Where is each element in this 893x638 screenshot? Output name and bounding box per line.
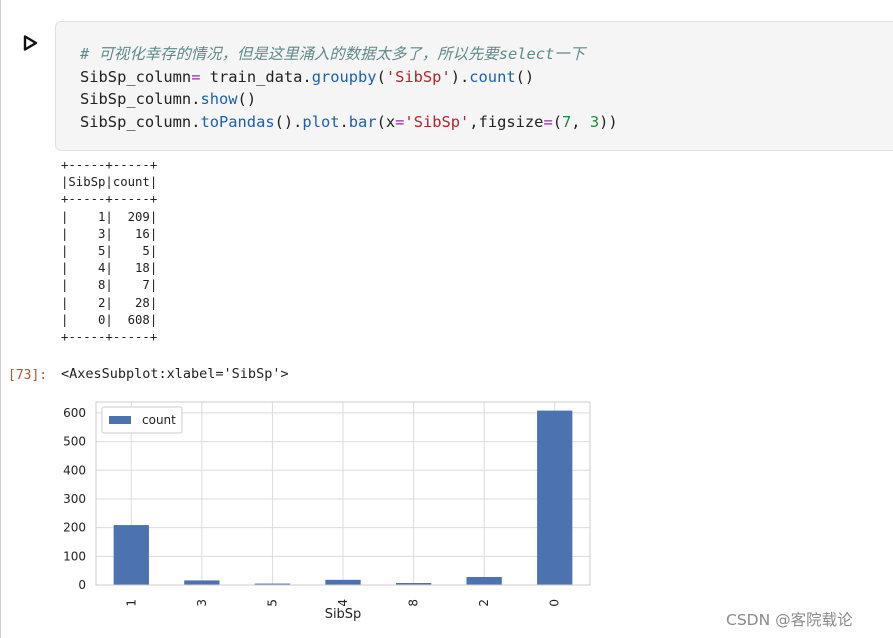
code-token: (: [552, 112, 562, 131]
axes-repr-output: <AxesSubplot:xlabel='SibSp'>: [61, 366, 289, 382]
code-token: (: [376, 67, 386, 86]
code-token: =: [543, 112, 553, 131]
code-token: ,figsize: [469, 112, 544, 131]
bar: [466, 576, 502, 585]
code-token: count: [469, 67, 516, 86]
code-token: SibSp_column.: [80, 90, 201, 108]
code-token: 7: [562, 112, 572, 131]
x-tick-label: 1: [124, 599, 138, 607]
code-cell-editor[interactable]: # 可视化幸存的情况，但是这里涌入的数据太多了，所以先要select一下 Sib…: [55, 21, 893, 151]
code-token: SibSp_column: [80, 67, 192, 86]
bar-chart: 0 100 200 300 400 500 600 1 3 5 4 8 2 0 SibSp count: [63, 401, 591, 622]
code-token: 'SibSp': [404, 112, 470, 131]
watermark: CSDN @客院载论: [726, 611, 853, 629]
y-tick-label: 600: [63, 406, 86, 420]
y-tick-label: 200: [63, 521, 86, 535]
x-tick-label: 5: [265, 599, 279, 607]
code-token: 3: [589, 112, 600, 131]
code-token: )): [599, 112, 618, 131]
dataframe-show-output: +-----+-----+ |SibSp|count| +-----+-----…: [61, 158, 158, 345]
y-tick-label: 0: [78, 578, 86, 592]
code-token: SibSp_column.: [80, 112, 201, 131]
x-tick-label: 4: [336, 599, 350, 607]
code-comment: # 可视化幸存的情况，但是这里涌入的数据太多了，所以先要select一下: [80, 45, 586, 63]
x-tick-label: 8: [407, 599, 421, 607]
y-tick-label: 400: [63, 463, 86, 477]
code-token: ).: [450, 67, 470, 86]
x-tick-label: 2: [477, 599, 491, 607]
x-tick-label: 3: [195, 599, 209, 607]
x-tick-label: 0: [548, 599, 562, 607]
y-tick-label: 100: [63, 549, 86, 563]
code-token: (x: [376, 112, 396, 131]
bar: [184, 580, 220, 585]
code-token: show: [200, 90, 238, 108]
code-token: ,: [571, 112, 590, 131]
code-text[interactable]: # 可视化幸存的情况，但是这里涌入的数据太多了，所以先要select一下 Sib…: [80, 43, 618, 133]
play-icon: [23, 35, 38, 51]
code-token: (): [515, 67, 535, 86]
code-token: (): [237, 90, 257, 108]
bar: [537, 410, 573, 585]
y-tick-label: 500: [63, 435, 86, 449]
code-token: plot: [302, 112, 340, 131]
bar: [325, 579, 361, 585]
code-token: 'SibSp': [385, 67, 451, 86]
legend-label: count: [142, 413, 176, 427]
legend-swatch: [109, 416, 131, 424]
run-cell-button[interactable]: [18, 32, 42, 54]
x-axis-label: SibSp: [325, 607, 362, 622]
code-token: groupby: [311, 67, 377, 86]
output-left-border: [0, 155, 1, 355]
code-token: .: [339, 112, 349, 131]
code-token: ().: [274, 112, 303, 131]
execution-count: [73]:: [8, 368, 48, 383]
bar: [113, 525, 149, 585]
code-token: bar: [348, 112, 377, 131]
code-token: train_data.: [200, 67, 312, 86]
code-token: toPandas: [200, 112, 275, 131]
y-tick-label: 300: [63, 492, 86, 506]
